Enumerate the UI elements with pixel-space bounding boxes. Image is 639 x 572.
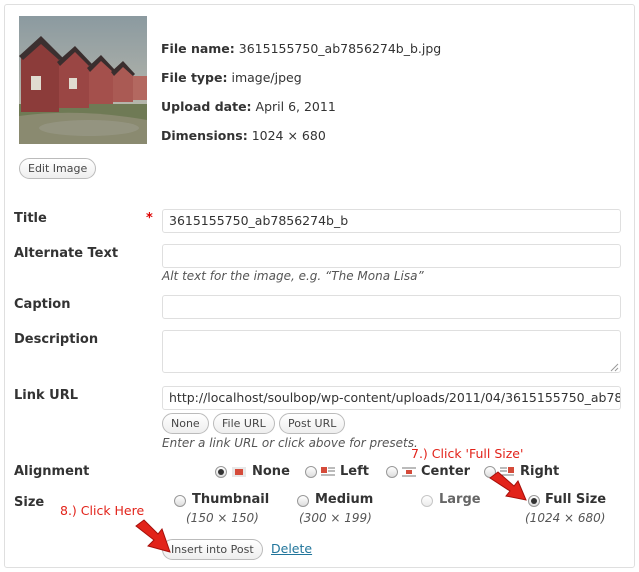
annotation-step-7: 7.) Click 'Full Size': [411, 446, 524, 461]
link-url-input[interactable]: http://localhost/soulbop/wp-content/uplo…: [162, 386, 621, 410]
link-post-url-button[interactable]: Post URL: [279, 413, 346, 434]
align-none-icon: [232, 467, 246, 477]
file-type-value: image/jpeg: [231, 70, 302, 85]
alt-text-label: Alternate Text: [14, 246, 119, 261]
size-full-label[interactable]: Full Size: [545, 492, 606, 507]
align-center-radio[interactable]: [386, 466, 398, 478]
upload-date-label: Upload date:: [161, 99, 252, 114]
file-name-value: 3615155750_ab7856274b_b.jpg: [238, 41, 442, 56]
size-thumbnail-radio[interactable]: [174, 495, 186, 507]
title-label: Title: [14, 211, 47, 226]
link-file-url-button[interactable]: File URL: [213, 413, 275, 434]
description-label: Description: [14, 332, 99, 347]
description-textarea[interactable]: [162, 330, 621, 373]
alt-text-input[interactable]: [162, 244, 621, 268]
dimensions-value: 1024 × 680: [251, 128, 326, 143]
alignment-label: Alignment: [14, 464, 90, 479]
file-type-label: File type:: [161, 70, 228, 85]
size-label: Size: [14, 495, 45, 510]
align-left-radio[interactable]: [305, 466, 317, 478]
align-left-icon: [321, 467, 335, 476]
size-large-radio[interactable]: [421, 495, 433, 507]
edit-image-button[interactable]: Edit Image: [19, 158, 97, 179]
link-url-label: Link URL: [14, 388, 79, 403]
size-medium-radio[interactable]: [297, 495, 309, 507]
resize-grip-icon[interactable]: [610, 363, 619, 372]
link-none-button[interactable]: None: [162, 413, 209, 434]
required-marker: *: [146, 211, 153, 226]
delete-link[interactable]: Delete: [271, 541, 312, 556]
size-large-label[interactable]: Large: [439, 492, 481, 507]
align-center-label[interactable]: Center: [421, 464, 470, 479]
align-center-icon: [402, 467, 416, 477]
upload-date-value: April 6, 2011: [255, 99, 336, 114]
insert-into-post-button[interactable]: Insert into Post: [162, 539, 263, 560]
annotation-arrow-full-size-icon: [489, 471, 527, 501]
align-none-radio[interactable]: [215, 466, 227, 478]
annotation-arrow-insert-icon: [135, 519, 171, 553]
alt-text-hint: Alt text for the image, e.g. “The Mona L…: [162, 269, 424, 283]
annotation-step-8: 8.) Click Here: [60, 503, 145, 518]
title-input[interactable]: 3615155750_ab7856274b_b: [162, 209, 621, 233]
size-thumbnail-label[interactable]: Thumbnail: [192, 492, 269, 507]
file-info: File name: 3615155750_ab7856274b_b.jpg F…: [161, 41, 441, 157]
size-medium-dims: (300 × 199): [299, 511, 372, 525]
file-name-label: File name:: [161, 41, 235, 56]
align-none-label[interactable]: None: [252, 464, 290, 479]
align-left-label[interactable]: Left: [340, 464, 369, 479]
image-thumbnail: [19, 16, 147, 144]
link-url-hint: Enter a link URL or click above for pres…: [162, 436, 418, 450]
dimensions-label: Dimensions:: [161, 128, 248, 143]
caption-label: Caption: [14, 297, 71, 312]
caption-input[interactable]: [162, 295, 621, 319]
size-full-dims: (1024 × 680): [525, 511, 606, 525]
size-medium-label[interactable]: Medium: [315, 492, 373, 507]
size-thumbnail-dims: (150 × 150): [186, 511, 259, 525]
